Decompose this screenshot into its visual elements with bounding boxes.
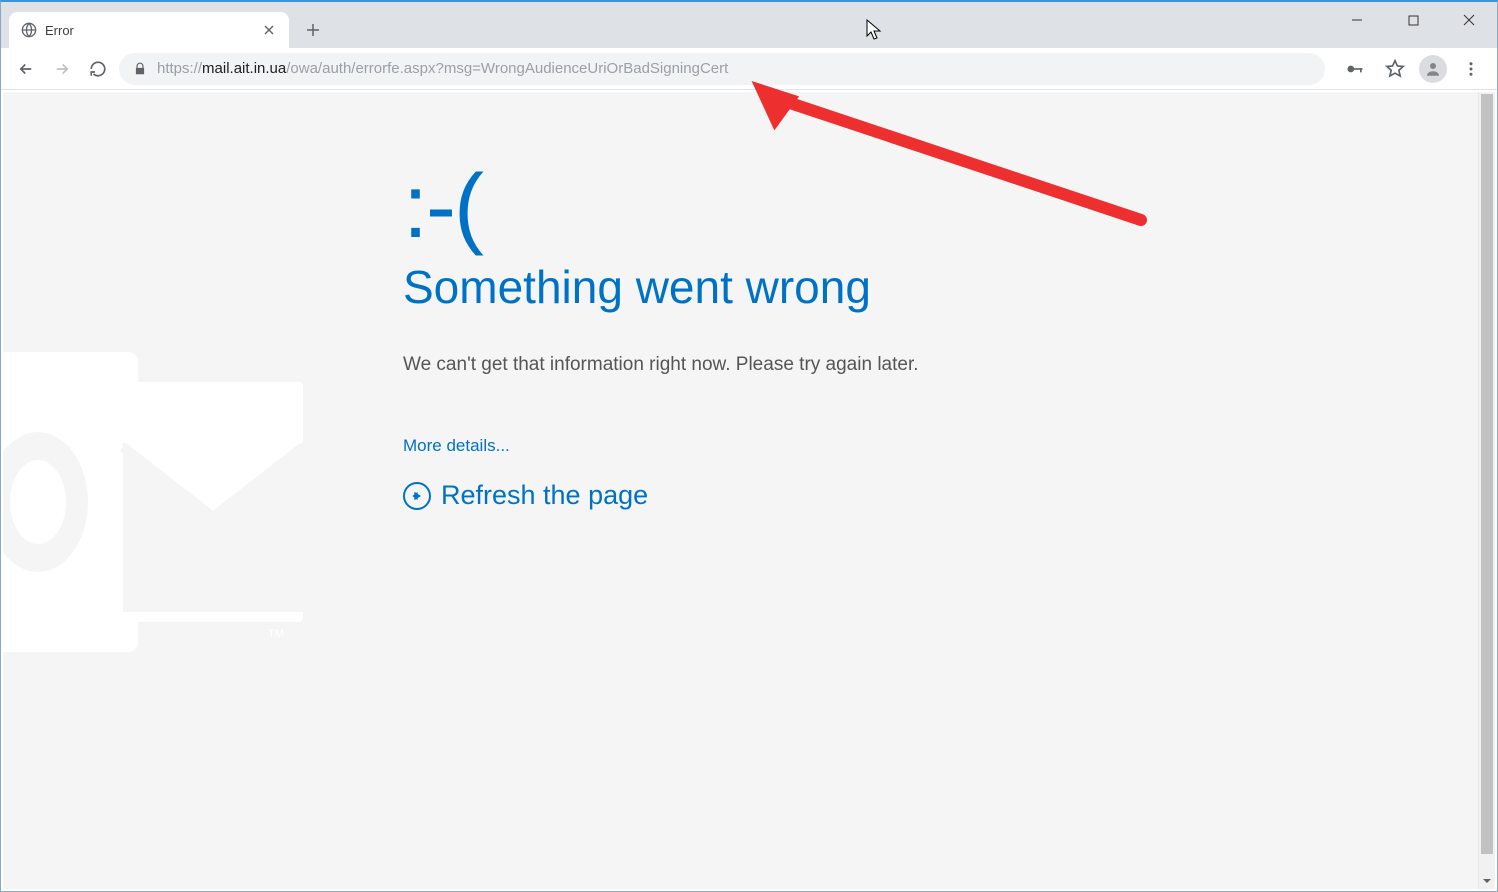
refresh-page-link[interactable]: Refresh the page [403,480,1103,511]
forward-button[interactable] [47,54,77,84]
tab-title: Error [45,23,253,38]
url-text: https://mail.ait.in.ua/owa/auth/errorfe.… [157,60,728,77]
browser-toolbar: https://mail.ait.in.ua/owa/auth/errorfe.… [1,48,1497,90]
outlook-logo-icon: TM [3,312,328,692]
minimize-button[interactable] [1329,2,1385,38]
address-bar[interactable]: https://mail.ait.in.ua/owa/auth/errorfe.… [119,53,1325,85]
lock-icon [133,62,147,76]
saved-password-key-icon[interactable] [1339,53,1371,85]
reload-button[interactable] [83,54,113,84]
back-button[interactable] [11,54,41,84]
error-heading: Something went wrong [403,260,1103,314]
tab-strip: Error [1,2,1497,48]
browser-menu-icon[interactable] [1455,53,1487,85]
refresh-arrow-icon [403,482,431,510]
svg-text:TM: TM [268,628,284,640]
page-viewport: TM :-( Something went wrong We can't get… [3,92,1495,889]
bookmark-star-icon[interactable] [1379,53,1411,85]
globe-icon [21,22,37,38]
new-tab-button[interactable] [299,16,327,44]
close-tab-icon[interactable] [261,22,277,38]
scroll-down-button[interactable] [1479,872,1495,889]
window-controls [1329,2,1497,38]
refresh-page-label: Refresh the page [441,480,648,511]
scrollbar-thumb[interactable] [1481,94,1493,854]
profile-avatar[interactable] [1419,55,1447,83]
sad-face-emoticon: :-( [403,162,1103,252]
maximize-button[interactable] [1385,2,1441,38]
close-window-button[interactable] [1441,2,1497,38]
vertical-scrollbar[interactable] [1478,92,1495,889]
browser-tab[interactable]: Error [9,12,289,48]
error-message: We can't get that information right now.… [403,354,1103,376]
more-details-link[interactable]: More details... [403,436,1103,456]
